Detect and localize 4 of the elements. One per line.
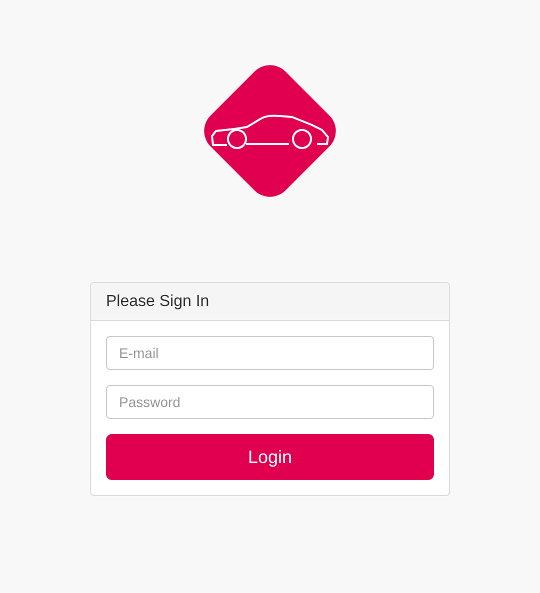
input-field[interactable]: Password <box>106 385 434 419</box>
login-button[interactable]: Login <box>106 434 434 480</box>
panel-heading: Please Sign In <box>106 292 210 310</box>
input-field[interactable]: E-mail <box>106 336 434 370</box>
